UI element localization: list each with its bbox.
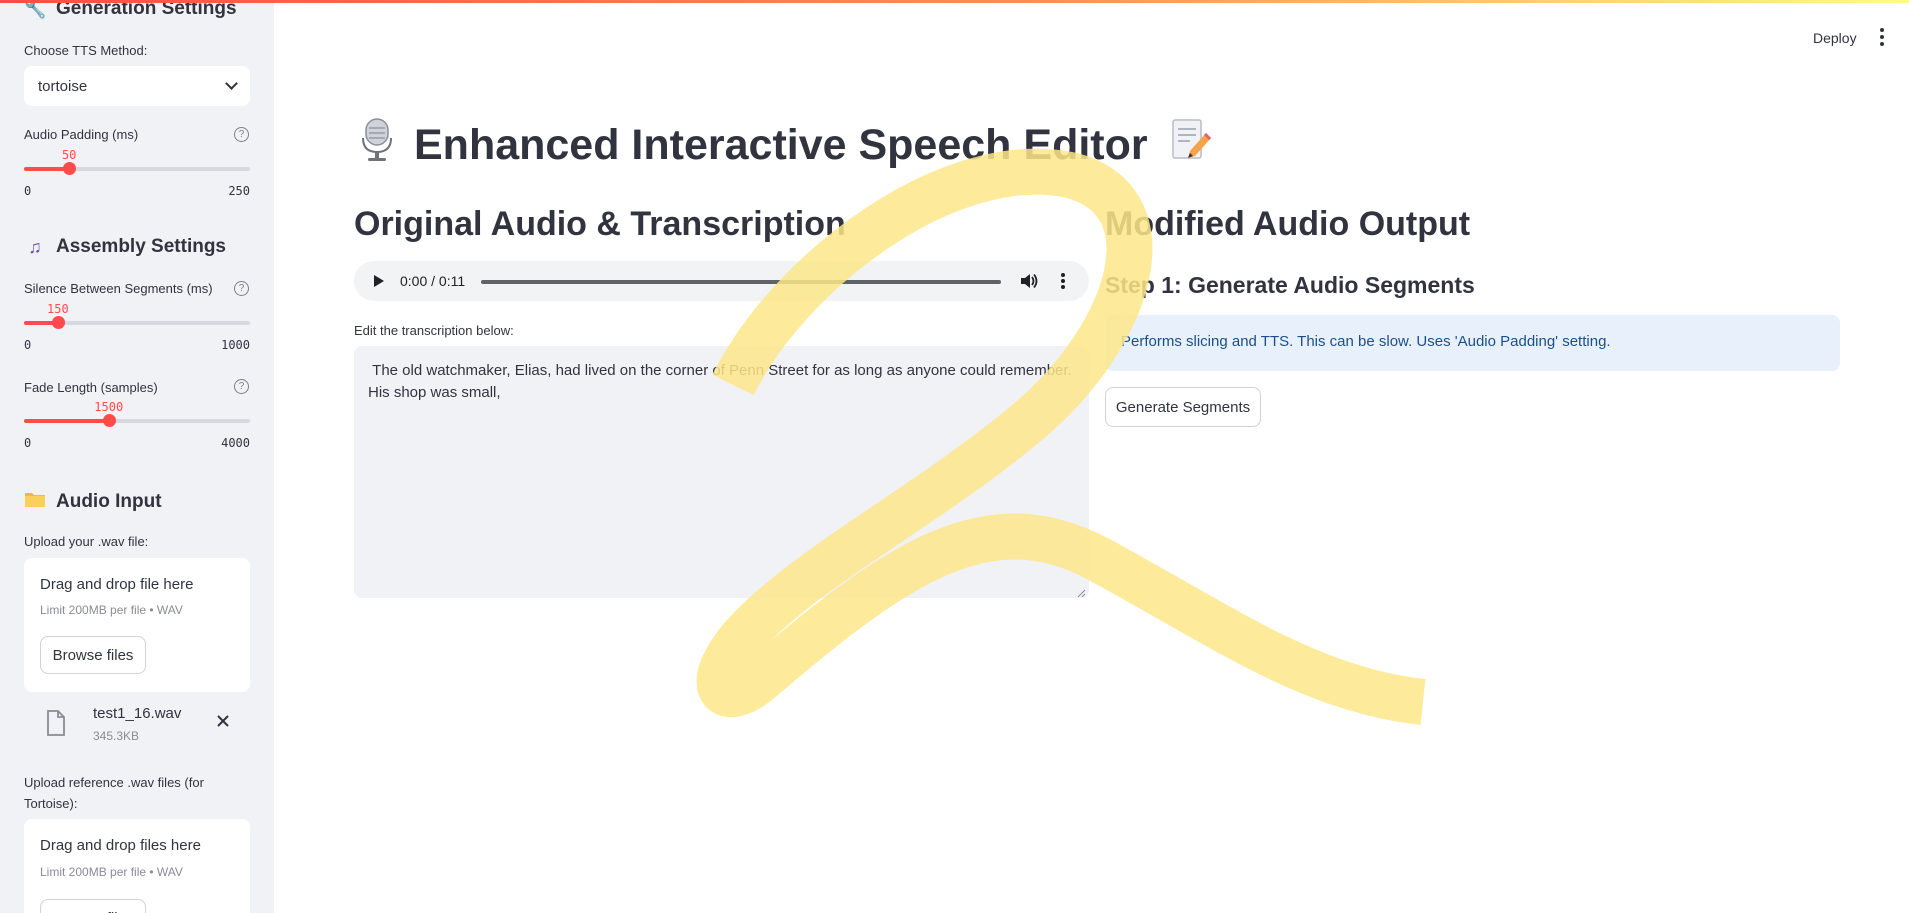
help-icon[interactable]: ?	[234, 281, 249, 296]
page-title: Enhanced Interactive Speech Editor	[362, 118, 1212, 173]
slider-value: 150	[47, 302, 69, 316]
file-icon	[46, 710, 66, 741]
file-name: test1_16.wav	[93, 705, 182, 722]
modified-audio-heading: Modified Audio Output	[1105, 205, 1471, 243]
audio-time: 0:00 / 0:11	[400, 273, 466, 289]
slider-thumb[interactable]	[63, 162, 77, 175]
help-icon[interactable]: ?	[234, 379, 249, 394]
generation-settings-title: 🔧 Generation Settings	[24, 0, 237, 19]
fade-length-slider[interactable]: 1500 0 4000	[24, 400, 250, 450]
audio-input-title: Audio Input	[24, 490, 162, 513]
upload-wav-label: Upload your .wav file:	[24, 534, 149, 549]
slider-value: 1500	[94, 400, 124, 414]
slider-fill	[24, 419, 109, 423]
resize-grip-icon[interactable]	[1076, 585, 1086, 598]
top-decoration-bar	[0, 0, 1909, 3]
original-audio-heading: Original Audio & Transcription	[354, 205, 846, 243]
slider-min: 0	[24, 436, 32, 450]
more-menu-icon[interactable]	[1880, 28, 1884, 46]
memo-icon	[1170, 118, 1212, 173]
tts-method-select[interactable]: tortoise	[24, 66, 250, 106]
dropzone-limit: Limit 200MB per file • WAV	[40, 865, 183, 879]
dropzone-title: Drag and drop files here	[40, 837, 201, 854]
audio-progress-bar[interactable]	[481, 280, 1001, 284]
silence-slider[interactable]: 150 0 1000	[24, 302, 250, 352]
slider-thumb[interactable]	[102, 414, 116, 427]
dropzone-limit: Limit 200MB per file • WAV	[40, 603, 183, 617]
chevron-down-icon	[225, 77, 238, 90]
slider-max: 1000	[221, 338, 250, 352]
help-icon[interactable]: ?	[234, 127, 249, 142]
transcription-label: Edit the transcription below:	[354, 323, 514, 338]
info-alert: Performs slicing and TTS. This can be sl…	[1105, 315, 1840, 371]
close-icon[interactable]	[216, 714, 230, 728]
audio-options-icon[interactable]	[1061, 273, 1065, 289]
audio-padding-label: Audio Padding (ms)	[24, 127, 139, 142]
deploy-button[interactable]: Deploy	[1813, 30, 1857, 46]
generate-segments-button[interactable]: Generate Segments	[1105, 387, 1261, 427]
upload-reference-label: Upload reference .wav files (for Tortois…	[24, 775, 204, 811]
slider-value: 50	[61, 148, 77, 162]
play-icon[interactable]	[374, 275, 384, 287]
slider-thumb[interactable]	[51, 316, 65, 329]
sidebar: 🔧 Generation Settings Choose TTS Method:…	[0, 0, 274, 913]
browse-files-button[interactable]: Browse files	[40, 899, 146, 913]
music-notes-icon: ♫	[28, 236, 42, 257]
slider-max: 250	[228, 184, 250, 198]
uploaded-file-row: test1_16.wav 345.3KB	[24, 702, 250, 752]
tts-method-label: Choose TTS Method:	[24, 43, 148, 58]
slider-min: 0	[24, 184, 32, 198]
slider-min: 0	[24, 338, 32, 352]
microphone-icon	[362, 118, 392, 173]
silence-label: Silence Between Segments (ms)	[24, 281, 213, 296]
wav-dropzone[interactable]: Drag and drop file here Limit 200MB per …	[24, 558, 250, 692]
step1-heading: Step 1: Generate Audio Segments	[1105, 272, 1475, 298]
browse-files-button[interactable]: Browse files	[40, 636, 146, 674]
slider-max: 4000	[221, 436, 250, 450]
transcription-textarea[interactable]: The old watchmaker, Elias, had lived on …	[354, 346, 1089, 598]
reference-dropzone[interactable]: Drag and drop files here Limit 200MB per…	[24, 819, 250, 913]
folder-icon	[24, 490, 46, 513]
volume-icon[interactable]	[1020, 273, 1038, 289]
audio-player[interactable]: 0:00 / 0:11	[354, 261, 1089, 301]
fade-length-label: Fade Length (samples)	[24, 380, 158, 395]
assembly-settings-title: ♫ Assembly Settings	[24, 236, 226, 258]
audio-padding-slider[interactable]: 50 0 250	[24, 148, 250, 198]
file-size: 345.3KB	[93, 729, 140, 743]
dropzone-title: Drag and drop file here	[40, 576, 194, 593]
